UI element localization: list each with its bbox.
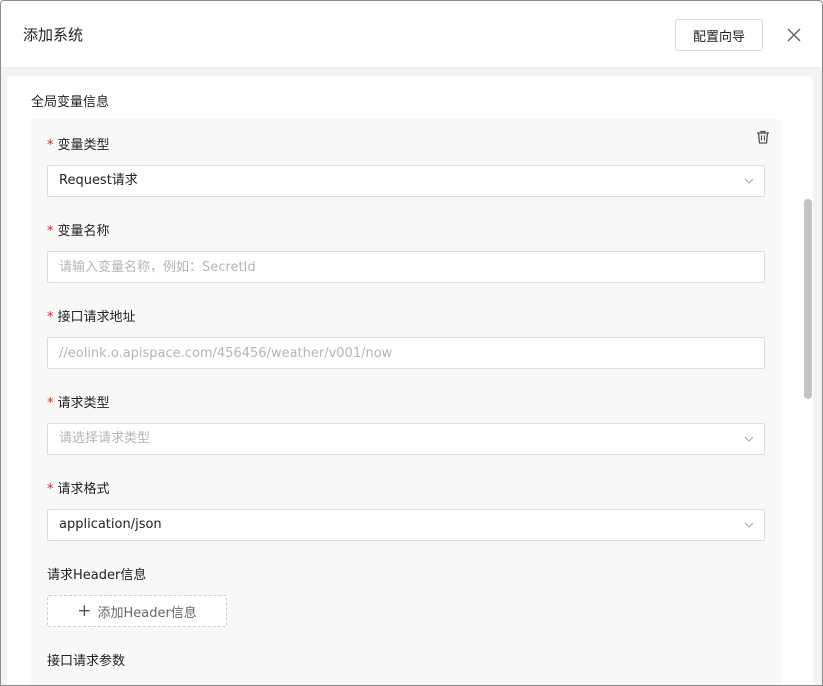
dialog-header: 添加系统 配置向导 xyxy=(1,1,822,68)
delete-variable-button[interactable] xyxy=(755,129,771,145)
api-url-input[interactable] xyxy=(47,337,765,369)
api-url-label: * 接口请求地址 xyxy=(47,309,136,327)
required-mark: * xyxy=(47,396,54,411)
required-mark: * xyxy=(47,482,54,497)
chevron-down-icon xyxy=(744,178,754,184)
scrollbar-thumb[interactable] xyxy=(804,199,812,399)
close-button[interactable] xyxy=(783,24,805,46)
variable-card: *变量类型 Request请求 *变量名称 *接口请求地址 *请求类型 xyxy=(31,119,781,685)
var-name-label-text: 变量名称 xyxy=(57,224,110,239)
req-format-value: application/json xyxy=(59,517,162,532)
add-header-button[interactable]: + 添加Header信息 xyxy=(47,595,227,627)
required-mark: * xyxy=(47,138,54,153)
header-info-label: 请求Header信息 xyxy=(47,568,147,583)
add-system-dialog: 添加系统 配置向导 全局变量信息 * 变量类型 Request请求 * 变量名称… xyxy=(0,0,823,686)
var-name-input[interactable] xyxy=(47,251,765,283)
add-header-label: 添加Header信息 xyxy=(97,605,197,621)
chevron-down-icon xyxy=(744,522,754,528)
req-type-placeholder: 请选择请求类型 xyxy=(59,431,151,446)
req-format-label-text: 请求格式 xyxy=(57,482,110,497)
req-format-select[interactable]: application/json xyxy=(47,509,765,541)
var-type-value: Request请求 xyxy=(59,173,138,188)
close-icon xyxy=(787,28,801,42)
chevron-down-icon xyxy=(744,436,754,442)
req-type-select[interactable]: 请选择请求类型 xyxy=(47,423,765,455)
required-mark: * xyxy=(47,224,54,239)
req-type-label: * 请求类型 xyxy=(47,395,110,413)
required-mark: * xyxy=(47,310,54,325)
var-name-label: * 变量名称 xyxy=(47,223,110,241)
var-type-label-text: 变量类型 xyxy=(57,138,110,153)
api-url-label-text: 接口请求地址 xyxy=(57,310,136,325)
var-type-select[interactable]: Request请求 xyxy=(47,165,765,197)
req-type-label-text: 请求类型 xyxy=(57,396,110,411)
plus-icon: + xyxy=(77,600,92,621)
trash-icon xyxy=(757,130,769,144)
params-label: 接口请求参数 xyxy=(47,654,126,669)
req-format-label: * 请求格式 xyxy=(47,481,110,499)
config-wizard-button[interactable]: 配置向导 xyxy=(675,19,763,51)
section-title: 全局变量信息 xyxy=(31,95,110,110)
dialog-title: 添加系统 xyxy=(23,26,84,44)
var-type-label: * 变量类型 xyxy=(47,137,110,155)
dialog-body: 全局变量信息 * 变量类型 Request请求 * 变量名称 请输入变量名称，例… xyxy=(7,76,813,685)
